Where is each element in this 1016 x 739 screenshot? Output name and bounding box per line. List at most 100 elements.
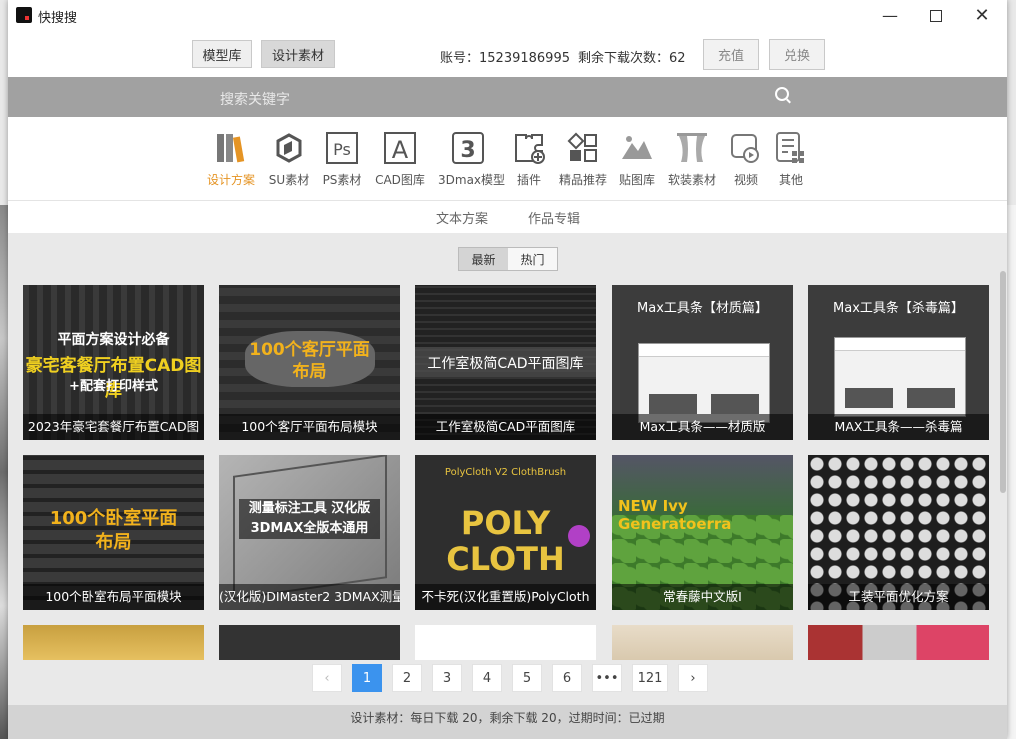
card-item[interactable]: Max工具条【杀毒篇】 MAX工具条——杀毒篇 bbox=[808, 285, 989, 440]
texture-icon bbox=[622, 136, 652, 159]
subtab-works-album[interactable]: 作品专辑 bbox=[528, 208, 580, 227]
category-design-plan[interactable]: 设计方案 bbox=[201, 131, 261, 188]
card-overlay-title: 平面方案设计必备 bbox=[57, 332, 170, 348]
card-caption: Max工具条——材质版 bbox=[612, 414, 793, 440]
card-overlay-text: POLY CLOTH bbox=[446, 504, 565, 578]
category-soft-decor[interactable]: 软装素材 bbox=[662, 131, 722, 188]
card-item[interactable]: 100个卧室平面布局 100个卧室布局平面模块 bbox=[23, 455, 204, 610]
card-item[interactable] bbox=[23, 625, 204, 660]
category-label: CAD图库 bbox=[375, 173, 425, 187]
curtain-icon bbox=[677, 133, 707, 162]
page-1-button[interactable]: 1 bbox=[352, 664, 382, 692]
card-caption: (汉化版)DIMaster2 3DMAX测量 bbox=[219, 584, 400, 610]
background-desktop-left bbox=[0, 205, 8, 739]
category-other[interactable]: 其他 bbox=[761, 131, 821, 188]
page-next-button[interactable]: › bbox=[678, 664, 708, 692]
pagination: ‹ 1 2 3 4 5 6 ••• 121 › bbox=[312, 664, 708, 692]
card-overlay-sub: PolyCloth V2 ClothBrush bbox=[444, 467, 567, 478]
search-input[interactable]: 搜索关键字 bbox=[220, 89, 290, 109]
ps-icon: Ps bbox=[326, 132, 358, 164]
app-window: 快搜搜 — ✕ 模型库 设计素材 账号：15239186995 剩余下载次数：6… bbox=[8, 0, 1007, 739]
card-item[interactable] bbox=[219, 625, 400, 660]
page-last-button[interactable]: 121 bbox=[632, 664, 668, 692]
card-item[interactable]: 工作室极简CAD平面图库 工作室极简CAD平面图库 bbox=[415, 285, 596, 440]
background-desktop-right bbox=[1007, 205, 1016, 739]
category-label: 贴图库 bbox=[618, 173, 655, 187]
card-caption: 100个卧室布局平面模块 bbox=[23, 584, 204, 610]
category-cad[interactable]: A CAD图库 bbox=[370, 131, 430, 188]
card-caption: 不卡死(汉化重置版)PolyCloth bbox=[415, 584, 596, 610]
minimize-button[interactable]: — bbox=[867, 0, 913, 31]
svg-text:3: 3 bbox=[460, 138, 475, 163]
svg-text:Ps: Ps bbox=[333, 140, 351, 159]
window-title: 快搜搜 bbox=[38, 11, 78, 26]
cad-icon: A bbox=[384, 132, 416, 164]
close-button[interactable]: ✕ bbox=[959, 0, 1005, 31]
category-label: 其他 bbox=[778, 173, 803, 187]
page-prev-button[interactable]: ‹ bbox=[312, 664, 342, 692]
card-item[interactable]: 100个客厅平面布局 100个客厅平面布局模块 bbox=[219, 285, 400, 440]
category-bar: 设计方案 SU素材 Ps PS素材 A CAD图库 3 3Dmax模型 插件 精… bbox=[8, 117, 1007, 201]
card-caption: 常春藤中文版Ⅰ bbox=[612, 584, 793, 610]
subtab-text-plan[interactable]: 文本方案 bbox=[436, 208, 488, 227]
category-label: SU素材 bbox=[268, 173, 310, 187]
search-bar: 搜索关键字 bbox=[8, 77, 1007, 117]
category-label: PS素材 bbox=[322, 173, 362, 187]
recharge-button[interactable]: 充值 bbox=[703, 39, 759, 70]
sort-hot-button[interactable]: 热门 bbox=[508, 248, 557, 270]
card-item[interactable]: Max工具条【材质篇】 Max工具条——材质版 bbox=[612, 285, 793, 440]
svg-text:A: A bbox=[392, 136, 409, 164]
card-item[interactable] bbox=[808, 625, 989, 660]
sort-toggle: 最新 热门 bbox=[458, 247, 558, 271]
recommend-icon bbox=[567, 132, 597, 162]
card-overlay-text: Max工具条【材质篇】 bbox=[637, 301, 768, 316]
card-overlay-text: 100个卧室平面布局 bbox=[49, 508, 178, 553]
exchange-button[interactable]: 兑换 bbox=[769, 39, 825, 70]
card-item[interactable]: 平面方案设计必备 豪宅客餐厅布置CAD图库 +配套打印样式 2023年豪宅套餐厅… bbox=[23, 285, 204, 440]
category-texture[interactable]: 贴图库 bbox=[607, 131, 667, 188]
status-bar: 设计素材：每日下载 20，剩余下载 20，过期时间：已过期 bbox=[8, 705, 1007, 739]
remaining-downloads: 剩余下载次数：62 bbox=[578, 51, 686, 66]
page-5-button[interactable]: 5 bbox=[512, 664, 542, 692]
page-ellipsis[interactable]: ••• bbox=[592, 664, 622, 692]
category-su[interactable]: SU素材 bbox=[259, 131, 319, 188]
category-3dmax[interactable]: 3 3Dmax模型 bbox=[438, 131, 506, 188]
page-4-button[interactable]: 4 bbox=[472, 664, 502, 692]
card-overlay-text: NEW Ivy Generatoerra bbox=[618, 497, 732, 533]
category-label: 3Dmax模型 bbox=[438, 173, 506, 187]
category-label: 精品推荐 bbox=[558, 173, 607, 187]
card-overlay-sub: +配套打印样式 bbox=[69, 379, 158, 394]
app-logo-icon bbox=[16, 7, 32, 23]
page-3-button[interactable]: 3 bbox=[432, 664, 462, 692]
card-item[interactable]: 测量标注工具 汉化版 3DMAX全版本通用 (汉化版)DIMaster2 3DM… bbox=[219, 455, 400, 610]
subtab-bar: 文本方案 作品专辑 bbox=[8, 200, 1007, 233]
category-ps[interactable]: Ps PS素材 bbox=[312, 131, 372, 188]
card-overlay-text: 测量标注工具 汉化版 3DMAX全版本通用 bbox=[239, 499, 380, 539]
video-icon bbox=[731, 134, 759, 163]
sort-latest-button[interactable]: 最新 bbox=[459, 248, 508, 270]
card-item[interactable]: NEW Ivy Generatoerra 常春藤中文版Ⅰ bbox=[612, 455, 793, 610]
card-caption: MAX工具条——杀毒篇 bbox=[808, 414, 989, 440]
card-caption: 工装平面优化方案 bbox=[808, 584, 989, 610]
card-item[interactable]: PolyCloth V2 ClothBrush POLY CLOTH 不卡死(汉… bbox=[415, 455, 596, 610]
category-plugin[interactable]: 插件 bbox=[499, 131, 559, 188]
3dmax-icon: 3 bbox=[452, 132, 484, 164]
card-item[interactable]: 工装平面优化方案 bbox=[808, 455, 989, 610]
card-item[interactable] bbox=[415, 625, 596, 660]
tab-design-material[interactable]: 设计素材 bbox=[261, 40, 335, 68]
page-6-button[interactable]: 6 bbox=[552, 664, 582, 692]
title-bar: 快搜搜 — ✕ bbox=[8, 0, 1007, 31]
sketchup-icon bbox=[276, 133, 302, 163]
scrollbar[interactable] bbox=[1000, 271, 1006, 493]
category-label: 插件 bbox=[516, 173, 541, 187]
category-recommend[interactable]: 精品推荐 bbox=[553, 131, 613, 188]
card-overlay-text: Max工具条【杀毒篇】 bbox=[833, 301, 964, 316]
page-2-button[interactable]: 2 bbox=[392, 664, 422, 692]
card-caption: 2023年豪宅套餐厅布置CAD图 bbox=[23, 414, 204, 440]
card-caption: 工作室极简CAD平面图库 bbox=[415, 414, 596, 440]
search-icon[interactable] bbox=[775, 87, 789, 101]
category-label: 软装素材 bbox=[667, 173, 716, 187]
maximize-button[interactable] bbox=[913, 0, 959, 31]
card-item[interactable] bbox=[612, 625, 793, 660]
tab-model-library[interactable]: 模型库 bbox=[192, 40, 252, 68]
